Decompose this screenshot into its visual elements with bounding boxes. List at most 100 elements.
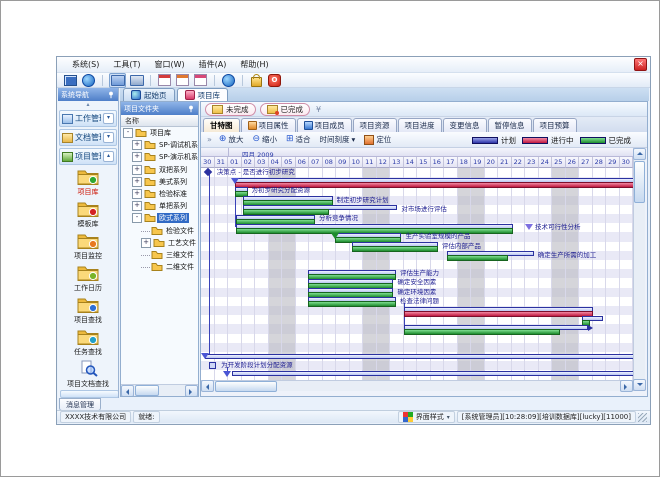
day-header-cell[interactable]: 17 [444, 157, 458, 168]
plan-bar[interactable] [232, 371, 633, 376]
tree-item[interactable]: -欧式系列 [121, 212, 198, 224]
globe-button[interactable] [81, 74, 96, 87]
resize-grip[interactable] [638, 413, 647, 422]
tab-inactive[interactable]: 项目进度 [398, 118, 442, 132]
tree-item[interactable]: +双把系列 [121, 164, 198, 176]
tab-active[interactable]: 甘特图 [203, 118, 240, 132]
day-header-cell[interactable]: 21 [498, 157, 512, 168]
ui-style-button[interactable]: 界面样式 ▾ [398, 411, 455, 423]
gantt-缩小-button[interactable]: ⊖缩小 [250, 133, 279, 146]
tree-item[interactable]: 检验文件 [121, 225, 198, 237]
tree-item[interactable]: -项目库 [121, 127, 198, 139]
menu-item[interactable]: 工具(T) [106, 58, 147, 71]
sidebar-section-clipped[interactable] [60, 390, 119, 398]
computer-button[interactable] [63, 74, 78, 87]
sidebar-section-collapsed[interactable]: 工作管理▾ [59, 110, 117, 127]
day-header-cell[interactable]: 14 [404, 157, 418, 168]
chevron-down-icon[interactable]: ▾ [103, 132, 114, 143]
day-header-cell[interactable]: 12 [377, 157, 391, 168]
progress-bar-complete[interactable] [308, 301, 396, 307]
sidebar-section-expanded[interactable]: 项目管理▴ [59, 148, 117, 165]
day-header-cell[interactable]: 01 [228, 157, 242, 168]
lock-button[interactable] [249, 74, 264, 87]
gantt-放大-button[interactable]: ⊕放大 [217, 133, 246, 146]
pin-icon[interactable] [187, 105, 195, 113]
scroll-left-icon[interactable] [121, 385, 134, 397]
menu-item[interactable]: 帮助(H) [233, 58, 275, 71]
expand-icon[interactable]: + [132, 140, 142, 150]
sidebar-item-link[interactable]: 工作日历 [58, 264, 118, 293]
menu-item[interactable]: 插件(A) [192, 58, 234, 71]
expand-icon[interactable]: + [132, 152, 142, 162]
expand-icon[interactable]: + [132, 189, 142, 199]
day-header-cell[interactable]: 23 [525, 157, 539, 168]
tree-item[interactable]: +单把系列 [121, 200, 198, 212]
tree-item[interactable]: +检验标准 [121, 188, 198, 200]
menu-item[interactable]: 窗口(W) [147, 58, 191, 71]
milestone-diamond[interactable] [204, 168, 212, 176]
scroll-up-icon[interactable] [633, 148, 646, 160]
day-header-cell[interactable]: 28 [593, 157, 607, 168]
tab-inactive[interactable]: 项目成员 [297, 118, 352, 132]
progress-bar-inprogress[interactable] [404, 311, 594, 317]
tree-column-header[interactable]: 名称 [121, 115, 198, 127]
day-header-cell[interactable]: 05 [282, 157, 296, 168]
tree-item[interactable]: +美式系列 [121, 176, 198, 188]
gantt-toolbar-overflow-icon[interactable]: » [207, 135, 212, 144]
day-header-cell[interactable]: 03 [255, 157, 269, 168]
day-header-cell[interactable]: 02 [242, 157, 256, 168]
tree-item[interactable]: +SP-演示机系 [121, 151, 198, 163]
folder-open-button[interactable] [109, 73, 126, 88]
progress-bar-complete[interactable] [404, 329, 561, 335]
day-header-cell[interactable]: 24 [539, 157, 553, 168]
sidebar-item-link[interactable]: 模板库 [58, 200, 118, 229]
day-header-cell[interactable]: 29 [606, 157, 620, 168]
calendar-pink-button[interactable] [193, 74, 208, 87]
scroll-thumb[interactable] [215, 381, 277, 392]
calendar-orange-button[interactable] [175, 74, 190, 87]
day-header-cell[interactable]: 20 [485, 157, 499, 168]
chevron-up-icon[interactable]: ▴ [103, 151, 114, 162]
day-header-cell[interactable]: 31 [215, 157, 229, 168]
filter-incomplete-button[interactable]: 未完成 [205, 103, 256, 116]
doc-tab-inactive[interactable]: 起始页 [123, 88, 175, 101]
day-header-cell[interactable]: 19 [471, 157, 485, 168]
day-header-cell[interactable]: 07 [309, 157, 323, 168]
day-header-cell[interactable]: 25 [552, 157, 566, 168]
expand-icon[interactable]: + [141, 238, 151, 248]
tree-item[interactable]: +SP-调试机系 [121, 139, 198, 151]
day-header-cell[interactable]: 22 [512, 157, 526, 168]
gantt-vertical-scrollbar[interactable] [633, 148, 645, 391]
tree-item[interactable]: 二维文件 [121, 261, 198, 273]
day-header-cell[interactable]: 11 [363, 157, 377, 168]
exit-button[interactable] [267, 74, 282, 87]
scroll-left-icon[interactable] [201, 380, 214, 392]
expand-icon[interactable]: + [132, 177, 142, 187]
doc-tab-active[interactable]: 项目库 [177, 88, 229, 101]
gantt-时间刻度-button[interactable]: 时间刻度▾ [318, 133, 358, 146]
tab-inactive[interactable]: 暂停信息 [488, 118, 532, 132]
chevron-down-icon[interactable]: ▾ [103, 113, 114, 124]
day-header-cell[interactable]: 10 [350, 157, 364, 168]
day-header-cell[interactable]: 27 [579, 157, 593, 168]
day-header-cell[interactable]: 13 [390, 157, 404, 168]
task-box[interactable] [209, 362, 216, 369]
pin-icon[interactable] [107, 91, 115, 99]
day-header-cell[interactable]: 09 [336, 157, 350, 168]
day-header-cell[interactable]: 16 [431, 157, 445, 168]
tab-inactive[interactable]: 变更信息 [443, 118, 487, 132]
sidebar-item-selected[interactable]: 项目库 [58, 168, 118, 197]
day-header-cell[interactable]: 26 [566, 157, 580, 168]
collapse-icon[interactable]: - [123, 128, 133, 138]
sidebar-item-link[interactable]: 任务查找 [58, 328, 118, 357]
gantt-定位-button[interactable]: 定位 [362, 133, 393, 146]
tree-horizontal-scrollbar[interactable] [121, 384, 198, 396]
tree-item[interactable]: 三维文件 [121, 249, 198, 261]
tab-inactive[interactable]: 项目预算 [533, 118, 577, 132]
day-header-cell[interactable]: 08 [323, 157, 337, 168]
day-header-cell[interactable]: 30 [201, 157, 215, 168]
sidebar-item-link[interactable]: 项目文档查找 [58, 360, 118, 389]
scroll-right-icon[interactable] [185, 385, 198, 397]
folder-window-button[interactable] [129, 74, 144, 87]
tab-inactive[interactable]: 项目属性 [241, 118, 296, 132]
